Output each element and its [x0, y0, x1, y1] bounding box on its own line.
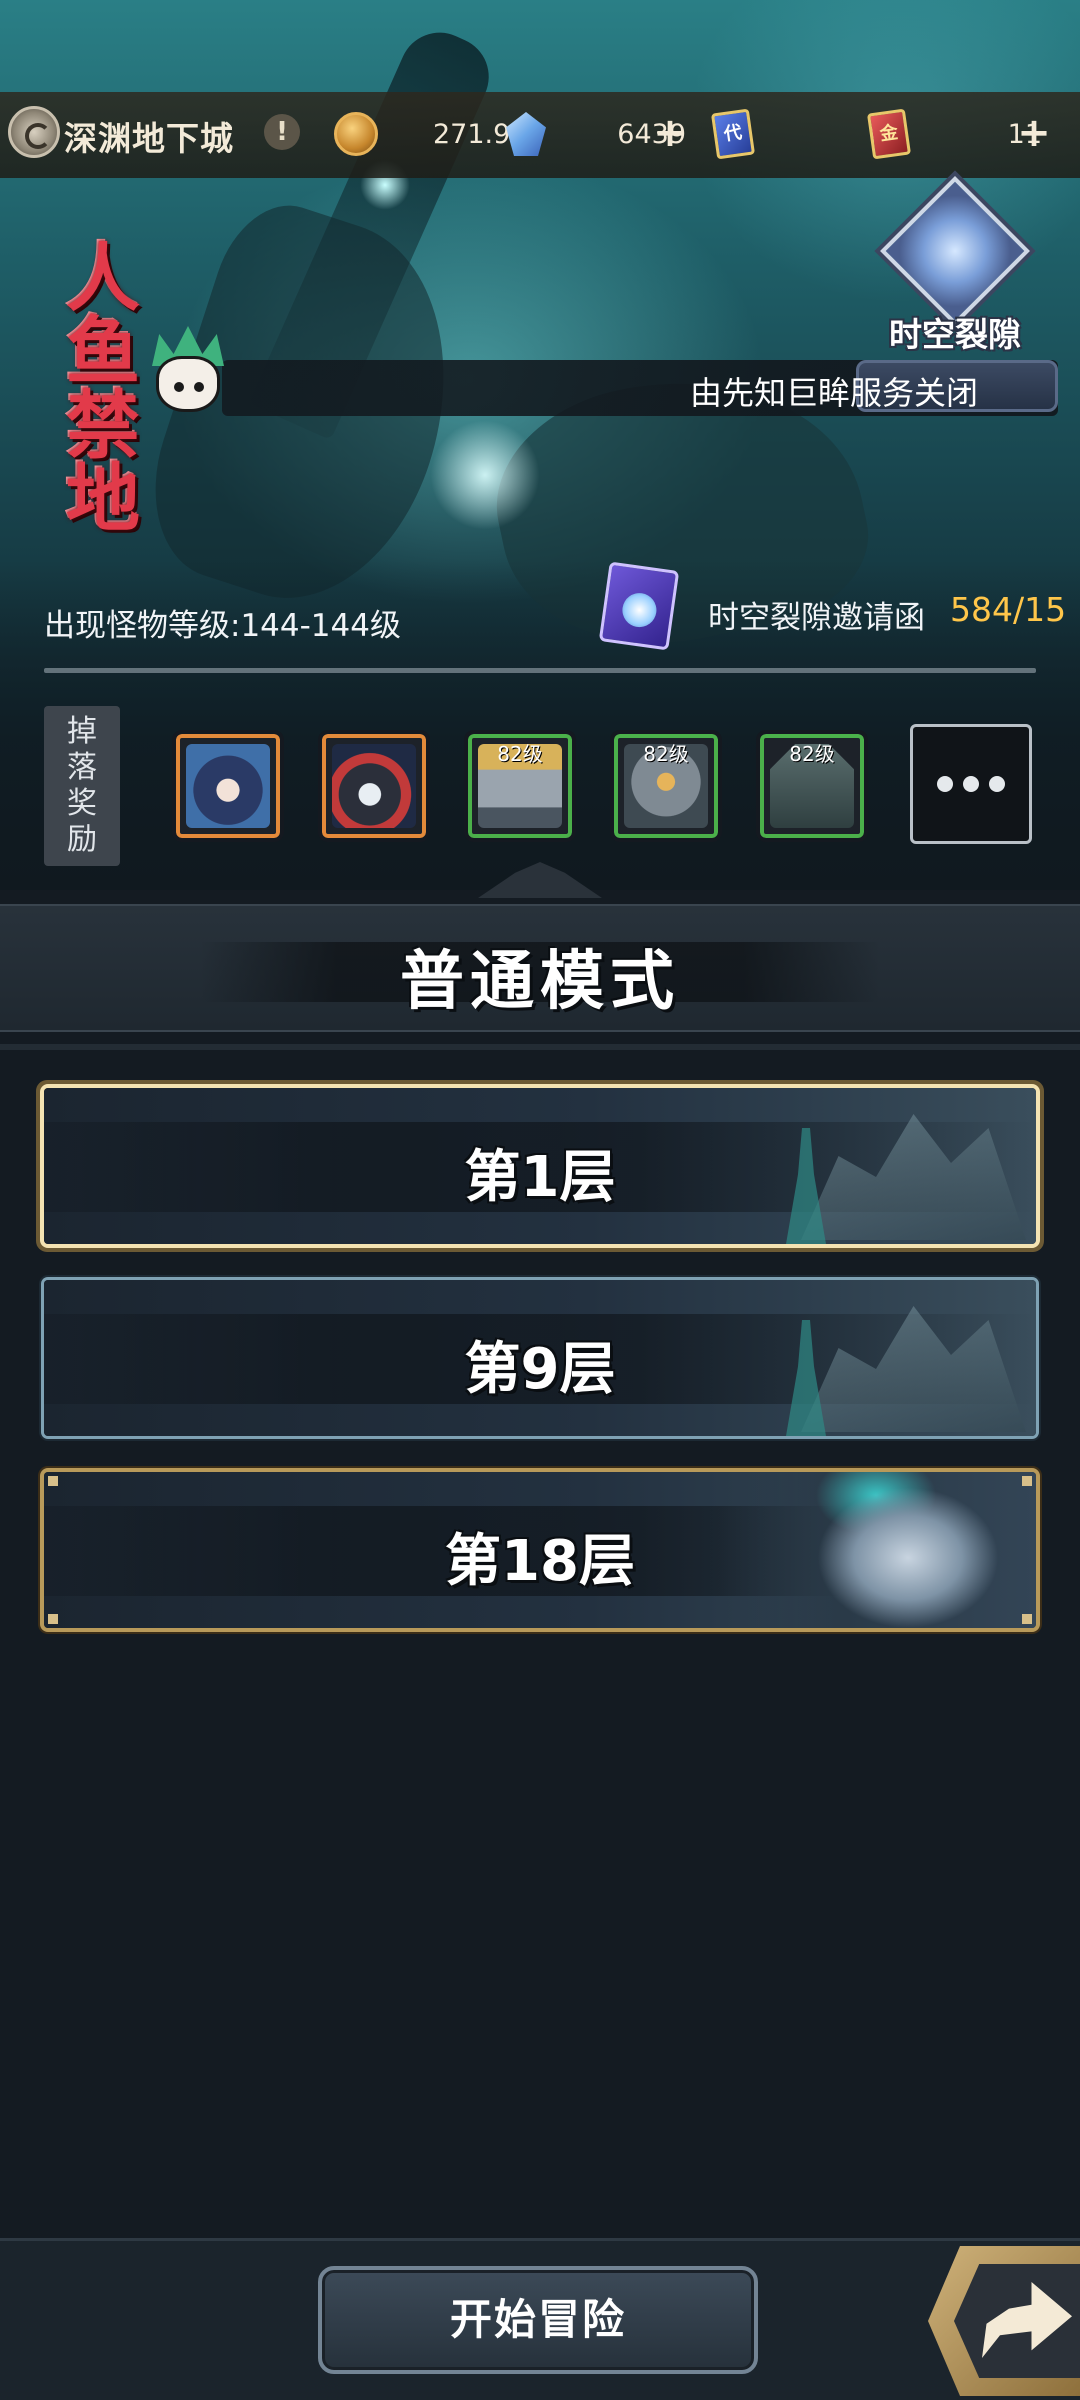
section-divider: [44, 668, 1036, 673]
avatar-eye: [174, 382, 184, 392]
drop-label-char: 励: [67, 822, 97, 857]
more-rewards-button[interactable]: [910, 724, 1032, 844]
drop-label-char: 落: [67, 750, 97, 785]
dungeon-logo: 人 鱼 禁 地: [48, 236, 158, 542]
dot-icon: [937, 776, 953, 792]
time-rift-label: 时空裂隙: [889, 315, 1021, 354]
reward-item-hooded-mage[interactable]: [172, 730, 284, 842]
mode-title: 普通模式: [400, 945, 680, 1019]
red-ticket-icon: 金: [866, 108, 912, 160]
frame-corner: [48, 1614, 58, 1624]
service-notice: 由先知巨眸服务关闭: [690, 374, 979, 412]
dot-icon: [963, 776, 979, 792]
avatar-eye: [194, 382, 204, 392]
vortex-icon: [880, 176, 1030, 326]
crystal-icon: [506, 112, 546, 156]
invitation-card-icon: [598, 561, 680, 651]
dungeon-logo-char: 地: [66, 455, 140, 542]
background-glow: [430, 420, 540, 530]
gold-coin-icon: [334, 112, 378, 156]
reward-item-helmet[interactable]: 82级: [464, 730, 576, 842]
frame-corner: [1022, 1476, 1032, 1486]
info-alert-icon[interactable]: !: [264, 114, 300, 150]
drop-rewards-label: 掉 落 奖 励: [44, 706, 120, 866]
invite-label: 时空裂隙邀请函: [708, 600, 925, 636]
hooded-mage-icon: [186, 744, 270, 828]
dungeon-emblem-icon[interactable]: [8, 106, 60, 158]
drop-label-char: 奖: [67, 786, 97, 821]
floor-button-9[interactable]: 第9层: [44, 1280, 1036, 1436]
add-crystal-button[interactable]: +: [652, 113, 688, 153]
blue-ticket-resource: 代 0: [710, 108, 886, 160]
dungeon-logo-char: 禁: [66, 382, 140, 469]
dot-icon: [989, 776, 1005, 792]
reward-item-armor[interactable]: 82级: [610, 730, 722, 842]
invite-count: 584/15: [950, 590, 1067, 629]
avatar-face: [156, 356, 220, 412]
reward-item-cloak[interactable]: 82级: [756, 730, 868, 842]
floor-label: 第9层: [464, 1337, 616, 1402]
prophet-avatar: [146, 326, 230, 416]
blue-ticket-value: 0: [752, 119, 886, 150]
drop-label-char: 掉: [67, 714, 97, 749]
blue-ticket-icon: 代: [710, 108, 756, 160]
add-red-ticket-button[interactable]: +: [1016, 113, 1052, 153]
floor-label: 第1层: [464, 1145, 616, 1210]
floor-button-1[interactable]: 第1层: [44, 1088, 1036, 1244]
resource-bar: 深渊地下城 ! 271.9K 6439 + 代 0 金 11 +: [0, 92, 1080, 178]
dungeon-name: 深渊地下城: [64, 119, 234, 158]
dungeon-logo-char: 鱼: [66, 309, 140, 396]
floor-label: 第18层: [445, 1529, 635, 1594]
dungeon-logo-char: 人: [66, 236, 140, 322]
share-button[interactable]: [928, 2246, 1080, 2396]
reward-level: 82级: [497, 742, 543, 766]
shadow-beast-icon: [332, 744, 416, 828]
time-rift-button[interactable]: 时空裂隙: [880, 176, 1030, 358]
mode-divider: [0, 1044, 1080, 1050]
start-adventure-button[interactable]: 开始冒险: [318, 2266, 758, 2374]
frame-corner: [48, 1476, 58, 1486]
floor-button-18[interactable]: 第18层: [44, 1472, 1036, 1628]
reward-level: 82级: [643, 742, 689, 766]
frame-corner: [1022, 1614, 1032, 1624]
reward-item-shadow-beast[interactable]: [318, 730, 430, 842]
monster-level-text: 出现怪物等级:144-144级: [44, 608, 401, 644]
reward-level: 82级: [789, 742, 835, 766]
gold-resource: 271.9K: [334, 110, 528, 158]
